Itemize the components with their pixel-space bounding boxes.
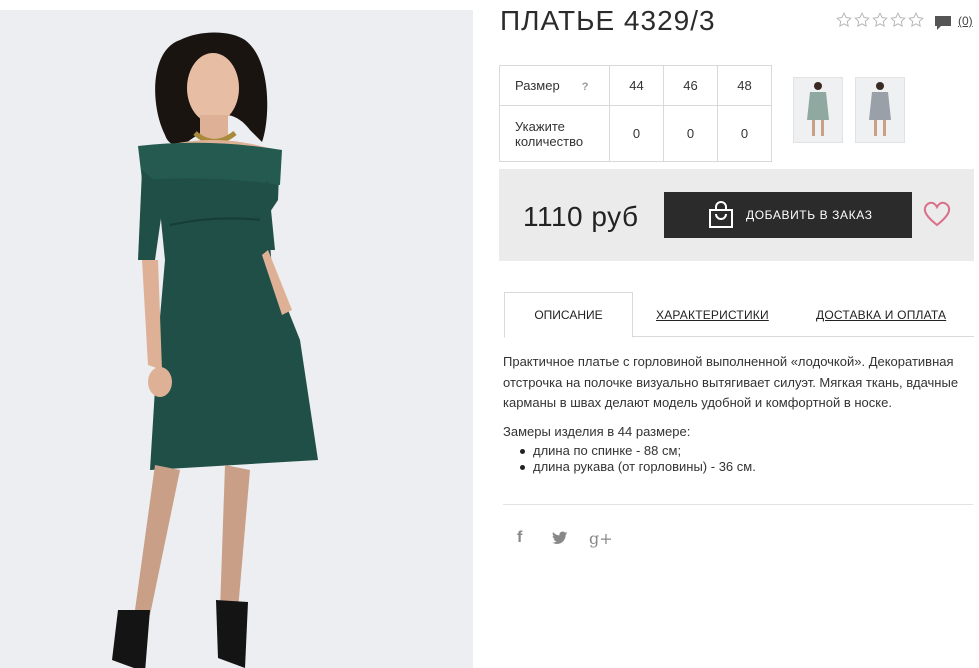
tab-characteristics[interactable]: ХАРАКТЕРИСТИКИ (656, 292, 769, 337)
shopping-bag-icon (709, 201, 733, 228)
star-icon[interactable] (890, 12, 906, 28)
size-row: Размер? 44 46 48 (499, 65, 772, 106)
quantity-label-line1: Укажите (515, 118, 565, 134)
tab-description[interactable]: ОПИСАНИЕ (504, 292, 633, 338)
heart-icon[interactable] (923, 201, 951, 227)
quantity-input[interactable]: 0 (609, 105, 664, 162)
product-title: ПЛАТЬЕ 4329/3 (500, 5, 716, 36)
star-icon[interactable] (836, 12, 852, 28)
product-description: Практичное платье с горловиной выполненн… (503, 354, 959, 410)
size-table: Размер? 44 46 48 Укажите количество 0 0 … (499, 65, 772, 162)
measurement-item: длина по спинке - 88 см; (520, 443, 756, 459)
dress-gray-green-icon (794, 78, 842, 142)
quantity-input[interactable]: 0 (717, 105, 772, 162)
quantity-input[interactable]: 0 (663, 105, 718, 162)
buy-panel: 1110 руб ДОБАВИТЬ В ЗАКАЗ (499, 169, 974, 261)
dress-gray-icon (856, 78, 904, 142)
color-variant-thumbnail[interactable] (855, 77, 905, 143)
measurements-list: длина по спинке - 88 см; длина рукава (о… (520, 443, 756, 475)
size-option[interactable]: 44 (609, 65, 664, 106)
size-label-cell: Размер? (499, 65, 610, 106)
comment-icon[interactable] (934, 15, 952, 31)
size-label: Размер (515, 78, 560, 93)
add-to-order-button[interactable]: ДОБАВИТЬ В ЗАКАЗ (664, 192, 912, 238)
measurements-title: Замеры изделия в 44 размере: (503, 424, 691, 439)
facebook-icon[interactable]: f (517, 529, 522, 547)
star-icon[interactable] (908, 12, 924, 28)
size-option[interactable]: 46 (663, 65, 718, 106)
quantity-label-line2: количество (515, 133, 584, 149)
tab-delivery-payment[interactable]: ДОСТАВКА И ОПЛАТА (816, 292, 946, 337)
twitter-icon[interactable] (552, 531, 568, 545)
star-icon[interactable] (872, 12, 888, 28)
price: 1110 руб (523, 201, 639, 232)
comment-count[interactable]: (0) (958, 14, 973, 28)
quantity-row: Укажите количество 0 0 0 (499, 105, 772, 162)
googleplus-icon[interactable]: g+ (589, 529, 613, 548)
star-icon[interactable] (854, 12, 870, 28)
add-to-order-label: ДОБАВИТЬ В ЗАКАЗ (746, 208, 873, 222)
model-photo-icon (0, 10, 473, 668)
measurement-item: длина рукава (от горловины) - 36 см. (520, 459, 756, 475)
size-option[interactable]: 48 (717, 65, 772, 106)
divider (503, 504, 973, 505)
quantity-label-cell: Укажите количество (499, 105, 610, 162)
product-main-image[interactable] (0, 10, 473, 668)
rating-stars[interactable] (836, 12, 924, 28)
product-tabs: ОПИСАНИЕ ХАРАКТЕРИСТИКИ ДОСТАВКА И ОПЛАТ… (504, 292, 974, 338)
color-variant-thumbnail[interactable] (793, 77, 843, 143)
size-help-icon[interactable]: ? (582, 81, 589, 93)
